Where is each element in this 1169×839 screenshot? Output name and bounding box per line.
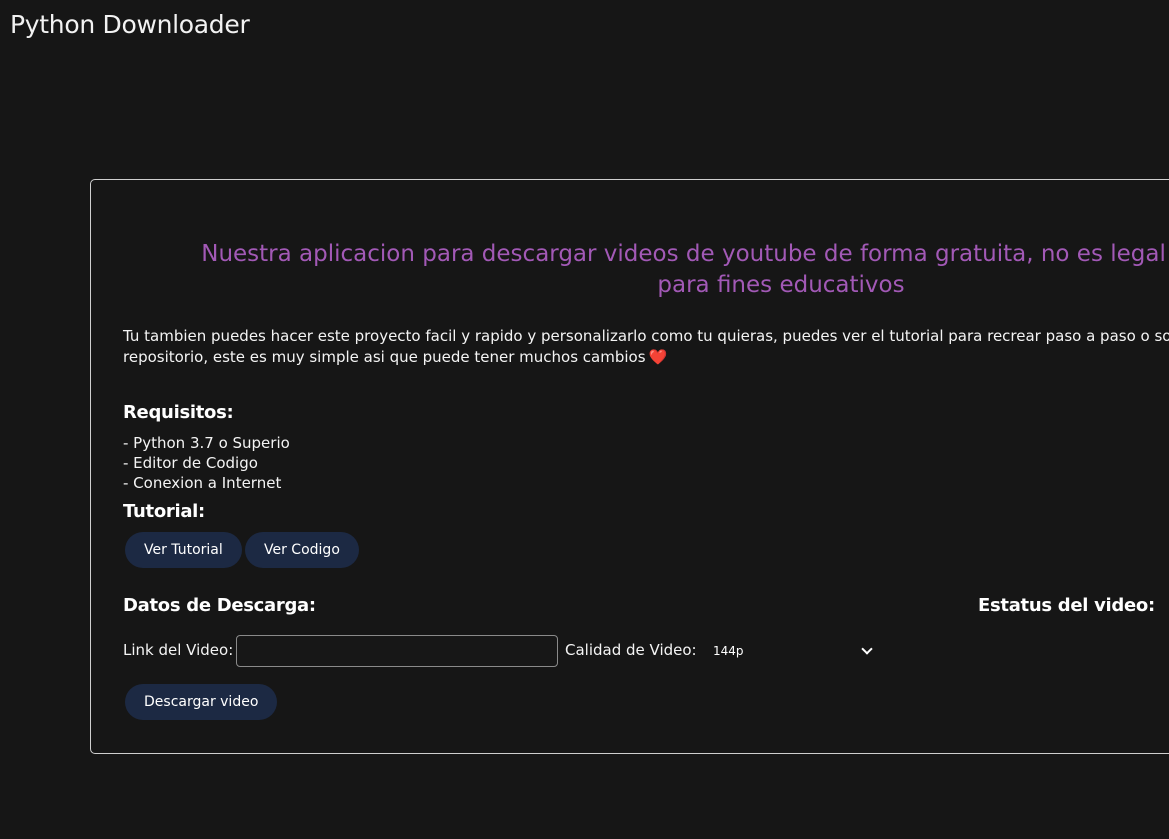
requirement-item: - Python 3.7 o Superio — [123, 434, 290, 452]
quality-label: Calidad de Video: — [565, 641, 697, 659]
app-title: Python Downloader — [10, 10, 250, 39]
video-status-title: Estatus del video: — [978, 595, 1155, 616]
headline-line-1: Nuestra aplicacion para descargar videos… — [201, 241, 1169, 267]
download-data-title: Datos de Descarga: — [123, 595, 316, 616]
chevron-down-icon — [861, 643, 873, 655]
video-link-input[interactable] — [236, 635, 558, 667]
requirements-title: Requisitos: — [123, 402, 234, 423]
intro-line-1: Tu tambien puedes hacer este proyecto fa… — [123, 327, 1169, 345]
view-tutorial-button[interactable]: Ver Tutorial — [125, 532, 242, 568]
downloader-card: Nuestra aplicacion para descargar videos… — [90, 179, 1169, 754]
requirement-item: - Conexion a Internet — [123, 474, 282, 492]
quality-select[interactable]: 144p — [705, 639, 875, 663]
headline: Nuestra aplicacion para descargar videos… — [121, 239, 1169, 301]
requirement-item: - Editor de Codigo — [123, 454, 258, 472]
download-video-button[interactable]: Descargar video — [125, 684, 278, 720]
link-label: Link del Video: — [123, 641, 234, 659]
heart-icon: ❤️ — [648, 348, 668, 366]
intro-line-2-text: repositorio, este es muy simple asi que … — [123, 348, 646, 366]
requirements-list: - Python 3.7 o Superio - Editor de Codig… — [123, 433, 290, 493]
tutorial-title: Tutorial: — [123, 501, 205, 522]
intro-text: Tu tambien puedes hacer este proyecto fa… — [123, 326, 1169, 368]
intro-line-2: repositorio, este es muy simple asi que … — [123, 347, 1169, 368]
quality-selected-value: 144p — [713, 644, 744, 658]
headline-line-2: para fines educativos — [657, 272, 905, 298]
view-code-button[interactable]: Ver Codigo — [245, 532, 359, 568]
